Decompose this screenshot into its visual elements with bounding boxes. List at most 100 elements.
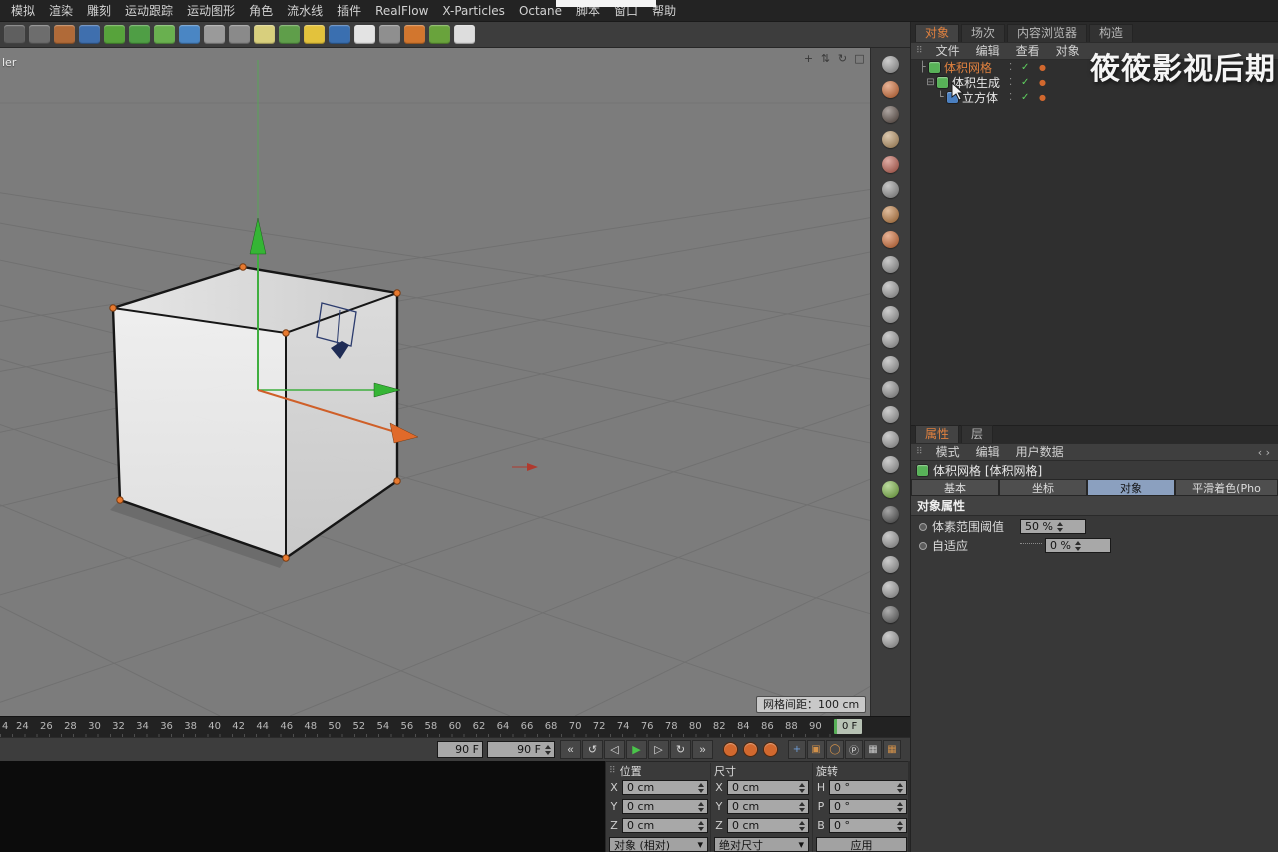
bone-tool-icon[interactable] [882, 131, 899, 148]
zoom-view-icon[interactable]: ⇅ [819, 52, 832, 65]
record-rotation-toggle[interactable]: ◯ [826, 740, 844, 759]
dark-sphere-icon-2[interactable] [882, 606, 899, 623]
menu-item[interactable]: RealFlow [368, 0, 435, 22]
material-dot-icon[interactable]: ● [1039, 63, 1046, 72]
sphere-icon-3[interactable] [882, 556, 899, 573]
field-stepper[interactable] [698, 802, 704, 812]
record-pla-toggle[interactable]: ▦ [864, 740, 882, 759]
axis-tool-icon[interactable] [882, 306, 899, 323]
brush-tool-icon[interactable] [882, 356, 899, 373]
rotation-field[interactable]: 0 ° [829, 818, 907, 833]
cluster-dots-icon[interactable] [229, 25, 250, 44]
smooth-icon[interactable] [882, 456, 899, 473]
menu-item[interactable]: 运动图形 [180, 0, 242, 22]
next-key-button[interactable]: ↻ [670, 740, 691, 759]
autokey-button[interactable] [743, 742, 758, 757]
section-tab-object[interactable]: 对象 [1087, 479, 1175, 496]
pan-view-icon[interactable]: + [802, 52, 815, 65]
tab-attributes[interactable]: 属性 [915, 425, 959, 443]
particles-icon[interactable] [882, 406, 899, 423]
enabled-check-icon[interactable]: ✓ [1021, 77, 1029, 88]
cube-tool-icon[interactable] [882, 206, 899, 223]
keyframe-bullet-icon[interactable] [919, 523, 927, 531]
tag-sphere-icon[interactable] [882, 631, 899, 648]
field-stepper[interactable] [799, 821, 805, 831]
frame-stepper[interactable] [545, 745, 551, 755]
paint-brush-icon[interactable] [454, 25, 475, 44]
field-stepper[interactable] [897, 802, 903, 812]
field-stepper[interactable] [799, 802, 805, 812]
vegetation-icon[interactable] [279, 25, 300, 44]
sphere-icon-2[interactable] [882, 531, 899, 548]
history-nav-icons[interactable]: ‹ › [1258, 446, 1278, 459]
size-field[interactable]: 0 cm [727, 799, 809, 814]
record-position-toggle[interactable]: + [788, 740, 806, 759]
orange-sphere-icon[interactable] [882, 231, 899, 248]
deform-icon[interactable] [882, 431, 899, 448]
field-stepper[interactable] [698, 821, 704, 831]
mute-sphere-icon[interactable] [882, 506, 899, 523]
rotation-field[interactable]: 0 ° [829, 780, 907, 795]
dark-sphere-icon[interactable] [882, 106, 899, 123]
enabled-check-icon[interactable]: ✓ [1021, 62, 1029, 73]
panel-grip-icon[interactable]: ⠿ [609, 766, 616, 776]
wire-cube-icon[interactable] [882, 381, 899, 398]
next-frame-button[interactable]: ▷ [648, 740, 669, 759]
panel-grip-icon[interactable]: ⠿ [911, 447, 928, 457]
record-parameter-toggle[interactable]: Ⓟ [845, 740, 863, 759]
sphere-icon[interactable] [882, 256, 899, 273]
current-frame-field[interactable]: 90 F [487, 741, 555, 758]
cube-object[interactable] [110, 264, 400, 568]
size-mode-dropdown[interactable]: 绝对尺寸▾ [714, 837, 809, 852]
magnet-tool-icon[interactable] [882, 331, 899, 348]
eye-sphere-icon[interactable] [882, 581, 899, 598]
render-view-icon[interactable] [379, 25, 400, 44]
nav-forward-icon[interactable] [29, 25, 50, 44]
burst-icon[interactable] [354, 25, 375, 44]
paint-tool-icon[interactable] [882, 156, 899, 173]
pen-tool-icon[interactable] [104, 25, 125, 44]
array-grid-icon[interactable] [204, 25, 225, 44]
play-button[interactable]: ▶ [626, 740, 647, 759]
position-field[interactable]: 0 cm [622, 799, 708, 814]
team-render-icon[interactable] [429, 25, 450, 44]
render-settings-icon[interactable] [404, 25, 425, 44]
object-tree-row[interactable]: ⊟ 体积生成 ⁚ ✓ ● [911, 75, 1278, 90]
visibility-dots-icon[interactable]: ⁚ [1009, 62, 1012, 73]
goto-start-button[interactable]: « [560, 740, 581, 759]
sphere-tool-icon[interactable] [179, 25, 200, 44]
position-field[interactable]: 0 cm [622, 780, 708, 795]
tab-content-browser[interactable]: 内容浏览器 [1007, 24, 1087, 42]
keyframe-preset-toggle[interactable]: ▦ [883, 740, 901, 759]
record-scale-toggle[interactable]: ▣ [807, 740, 825, 759]
material-dot-icon[interactable]: ● [1039, 93, 1046, 102]
visibility-dots-icon[interactable]: ⁚ [1009, 77, 1012, 88]
field-stepper[interactable] [897, 783, 903, 793]
am-menu-userdata[interactable]: 用户数据 [1008, 443, 1072, 461]
rotate-view-icon[interactable]: ↻ [836, 52, 849, 65]
spline-tool-icon[interactable] [154, 25, 175, 44]
om-menu-view[interactable]: 查看 [1008, 42, 1048, 60]
section-tab-coord[interactable]: 坐标 [999, 479, 1087, 496]
half-sphere-icon[interactable] [329, 25, 350, 44]
menu-item[interactable]: 运动跟踪 [118, 0, 180, 22]
tab-objects[interactable]: 对象 [915, 24, 959, 42]
material-dot-icon[interactable]: ● [1039, 78, 1046, 87]
playhead-marker[interactable]: 0 F [834, 719, 862, 734]
field-stepper[interactable] [799, 783, 805, 793]
tab-structure[interactable]: 构造 [1089, 24, 1133, 42]
film-icon[interactable] [54, 25, 75, 44]
record-keyframe-button[interactable] [723, 742, 738, 757]
am-menu-edit[interactable]: 编辑 [968, 443, 1008, 461]
size-field[interactable]: 0 cm [727, 818, 809, 833]
visibility-dots-icon[interactable]: ⁚ [1009, 92, 1012, 103]
gray-sphere-icon[interactable] [882, 181, 899, 198]
green-pen-icon[interactable] [882, 481, 899, 498]
section-tab-basic[interactable]: 基本 [911, 479, 999, 496]
material-sphere-icon[interactable] [882, 81, 899, 98]
sculpt-tool-icon[interactable] [129, 25, 150, 44]
size-field[interactable]: 0 cm [727, 780, 809, 795]
end-frame-field[interactable]: 90 F [437, 741, 483, 758]
object-tree-row[interactable]: └ 立方体 ⁚ ✓ ● [911, 90, 1278, 105]
rotate-tool-icon[interactable] [882, 281, 899, 298]
